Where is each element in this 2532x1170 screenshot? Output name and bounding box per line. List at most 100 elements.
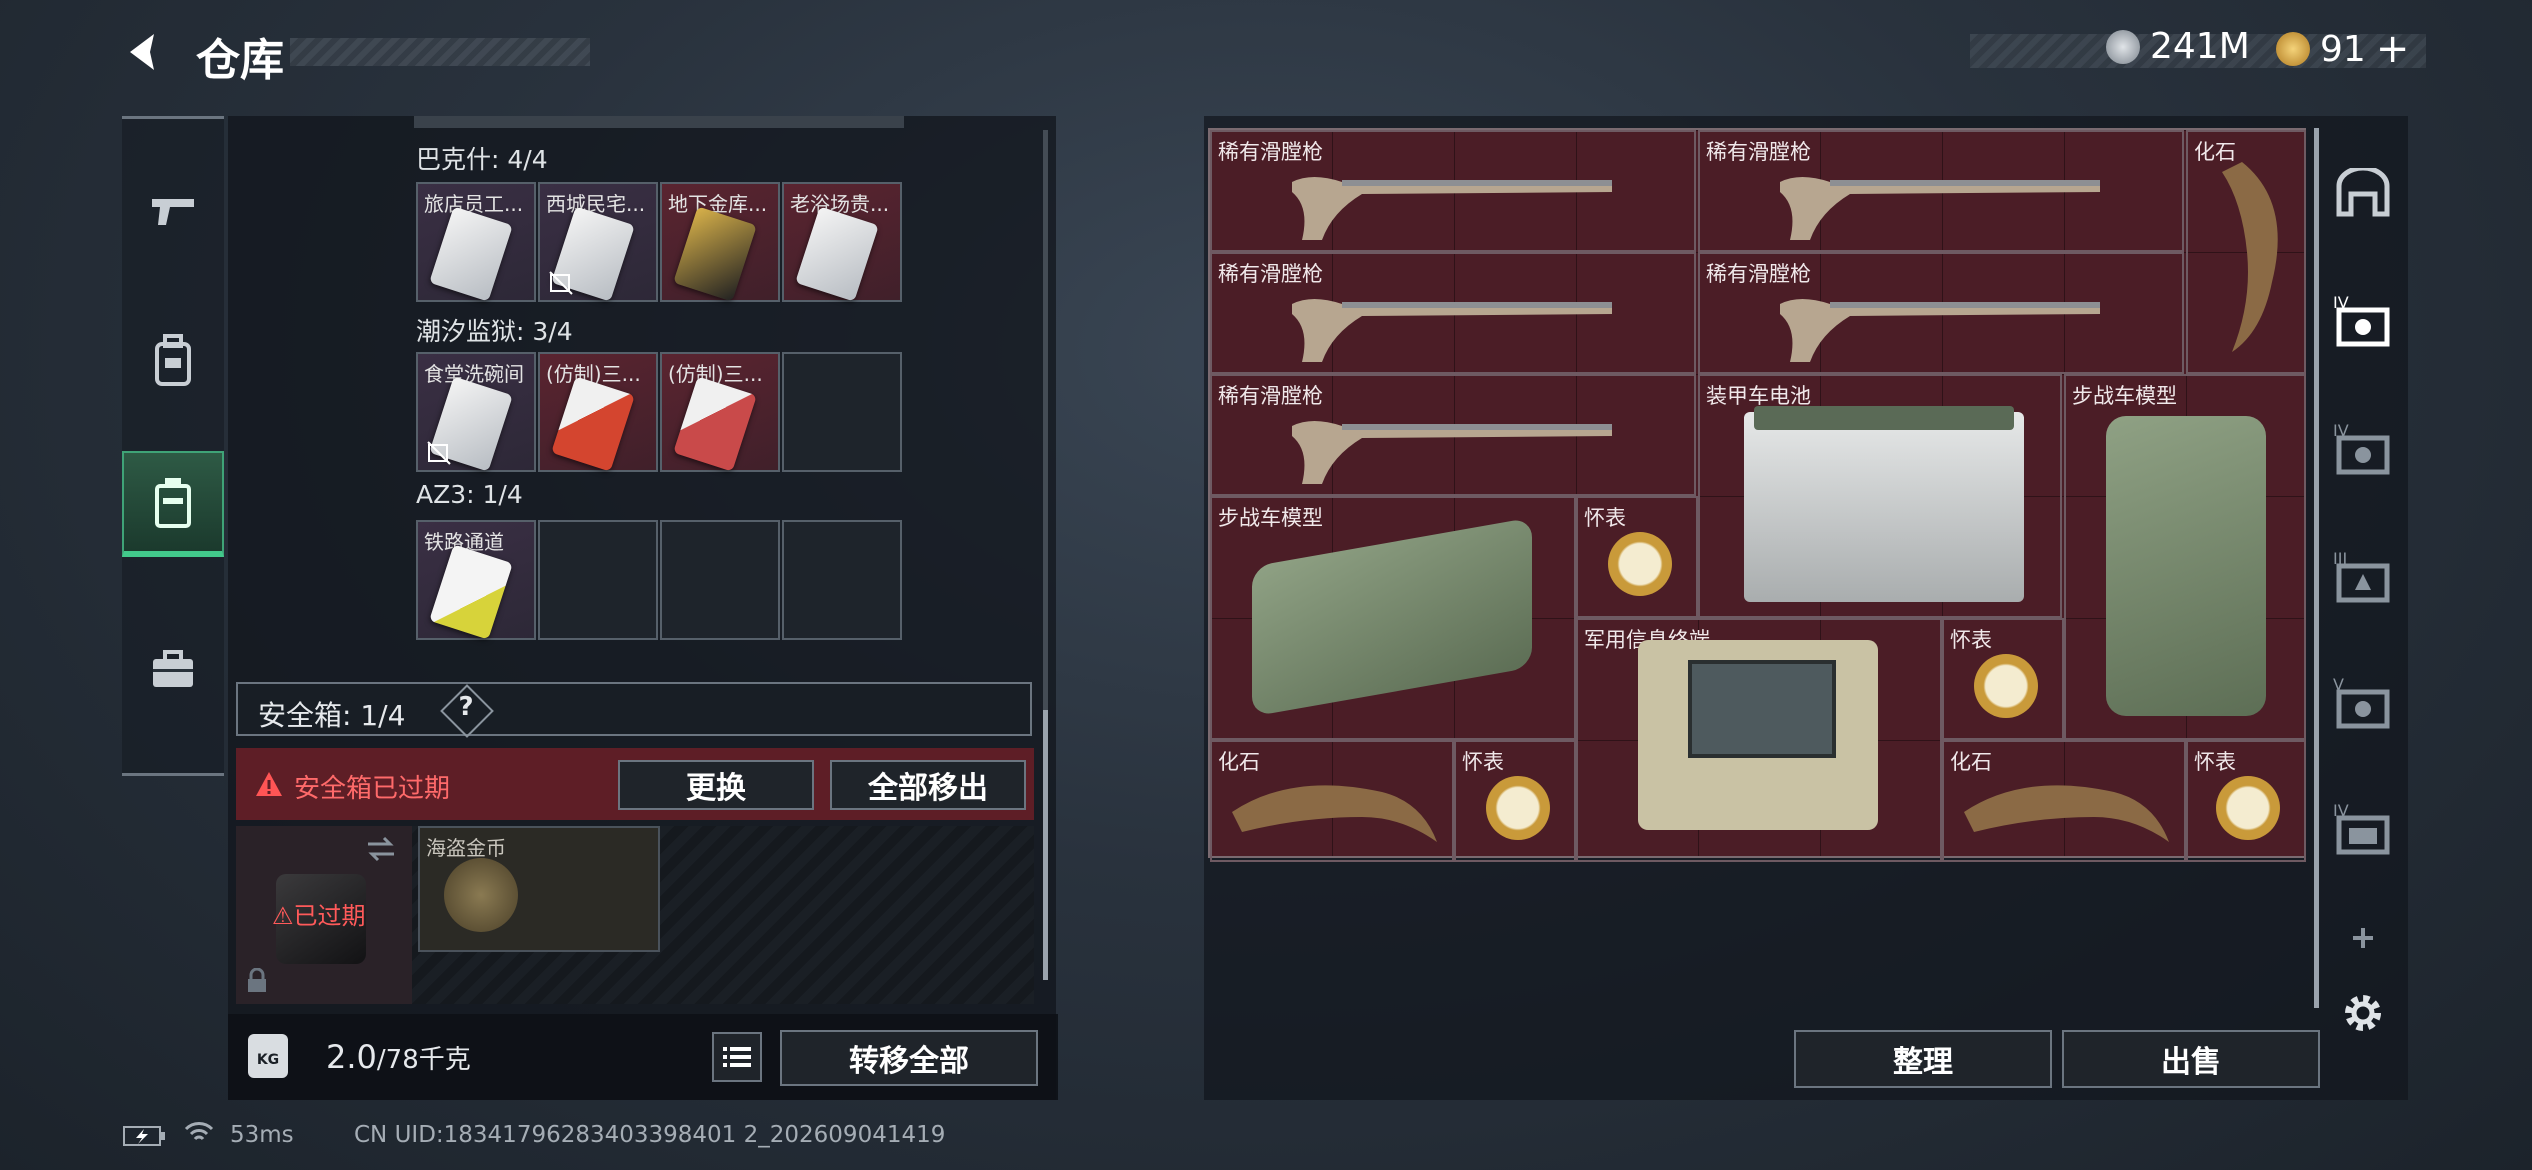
- list-view-button[interactable]: [712, 1032, 762, 1082]
- pocket-watch-icon: [2216, 776, 2280, 840]
- item-fossil[interactable]: 化石: [1942, 740, 2186, 862]
- nav-containers[interactable]: [122, 451, 224, 557]
- red-key-card-icon: [673, 376, 757, 472]
- key-card-slot[interactable]: (仿制)三...: [660, 352, 780, 472]
- safe-iv-icon: IV: [2333, 293, 2390, 347]
- musket-icon: [1292, 299, 1612, 362]
- pocket-watch-icon: [1486, 776, 1550, 840]
- item-military-terminal[interactable]: 军用信息终端: [1576, 618, 1942, 862]
- key-card-slot[interactable]: 西城民宅...: [538, 182, 658, 302]
- fossil-claw-icon: [1964, 785, 2169, 842]
- item-fossil[interactable]: 化石: [1210, 740, 1454, 862]
- briefcase-icon: [153, 650, 193, 687]
- item-armored-battery[interactable]: 装甲车电池: [1698, 374, 2062, 618]
- pocket-watch-icon: [1974, 654, 2038, 718]
- add-currency-button[interactable]: +: [2376, 26, 2410, 72]
- pocket-watch-icon: [1608, 532, 1672, 596]
- key-card-icon: [795, 206, 879, 302]
- pirate-coin-slot[interactable]: 海盗金币: [418, 826, 660, 952]
- stash-page-iv-active[interactable]: IV: [2316, 270, 2410, 370]
- musket-icon: [1780, 177, 2100, 240]
- swap-icon[interactable]: [364, 834, 398, 864]
- expired-tag: ⚠已过期: [272, 902, 366, 930]
- nav-toolbox[interactable]: [122, 619, 224, 719]
- item-pocket-watch[interactable]: 怀表: [1942, 618, 2064, 740]
- item-rare-musket[interactable]: 稀有滑膛枪: [1698, 130, 2184, 252]
- plus-icon: [2353, 928, 2373, 948]
- pistol-icon: [152, 199, 194, 225]
- fossil-claw-icon: [2222, 162, 2278, 352]
- empty-slot[interactable]: [782, 520, 902, 640]
- stash-grid: 稀有滑膛枪 稀有滑膛枪 化石 稀有滑膛枪 稀有滑膛枪 稀有滑膛枪 装甲车电池 步…: [1208, 128, 2306, 862]
- item-rare-musket[interactable]: 稀有滑膛枪: [1210, 130, 1696, 252]
- safe-v-icon: V: [2333, 675, 2390, 729]
- safebox-label: 安全箱: 1/4: [258, 699, 406, 732]
- sell-button[interactable]: 出售: [2062, 1030, 2320, 1088]
- key-card-slot[interactable]: (仿制)三...: [538, 352, 658, 472]
- key-card-slot[interactable]: 食堂洗碗间: [416, 352, 536, 472]
- category-nav: [122, 116, 224, 776]
- title-decoration: [290, 38, 590, 66]
- weight-readout: 2.0 /78千克: [326, 1038, 471, 1076]
- settings-button[interactable]: [2316, 978, 2410, 1048]
- add-stash-page-button[interactable]: [2316, 908, 2410, 968]
- slot-row-bakeshi: 旅店员工... 西城民宅... 地下金库... 老浴场贵...: [416, 180, 906, 304]
- help-icon[interactable]: ?: [454, 692, 478, 722]
- section-label-az3: AZ3: 1/4: [416, 480, 523, 509]
- safebox-slot[interactable]: ⚠已过期: [236, 826, 412, 1004]
- musket-icon: [1780, 299, 2100, 362]
- left-scrollbar-thumb[interactable]: [1043, 710, 1048, 980]
- empty-slot[interactable]: [782, 352, 902, 472]
- key-card-slot[interactable]: 地下金库...: [660, 182, 780, 302]
- empty-slot[interactable]: [538, 520, 658, 640]
- ifv-model-icon: [2106, 416, 2266, 716]
- silver-coin-icon: [2106, 29, 2140, 64]
- safe-iii-icon: III: [2333, 549, 2390, 603]
- expired-warning-text: 安全箱已过期: [294, 774, 451, 804]
- item-rare-musket[interactable]: 稀有滑膛枪: [1210, 252, 1696, 374]
- item-rare-musket[interactable]: 稀有滑膛枪: [1698, 252, 2184, 374]
- stash-page-iv[interactable]: IV: [2316, 398, 2410, 498]
- sort-button[interactable]: 整理: [1794, 1030, 2052, 1088]
- safe-iv-icon: IV: [2333, 421, 2390, 475]
- move-all-out-button[interactable]: 全部移出: [830, 760, 1026, 810]
- stash-page-home[interactable]: [2316, 143, 2410, 243]
- item-rare-musket[interactable]: 稀有滑膛枪: [1210, 374, 1696, 496]
- gold-key-card-icon: [673, 206, 757, 302]
- key-card-slot[interactable]: 老浴场贵...: [782, 182, 902, 302]
- empty-slot[interactable]: [660, 520, 780, 640]
- gold-coin-icon: [444, 858, 518, 932]
- lock-icon: [248, 968, 266, 992]
- nav-weapons[interactable]: [122, 161, 224, 261]
- back-arrow-icon[interactable]: [120, 28, 168, 76]
- item-ifv-model[interactable]: 步战车模型: [1210, 496, 1576, 740]
- section-label-bakeshi: 巴克什: 4/4: [416, 145, 548, 174]
- key-card-icon: [429, 206, 513, 302]
- section-label-tidal-prison: 潮汐监狱: 3/4: [416, 317, 573, 346]
- container-icon: [155, 478, 191, 528]
- item-pocket-watch[interactable]: 怀表: [1454, 740, 1576, 862]
- battery-icon: [1744, 406, 2024, 602]
- terminal-icon: [1638, 640, 1878, 830]
- stash-page-iii[interactable]: III: [2316, 526, 2410, 626]
- list-icon: [723, 1047, 751, 1067]
- item-fossil[interactable]: 化石: [2186, 130, 2306, 374]
- slot-row-tidal-prison: 食堂洗碗间 (仿制)三... (仿制)三...: [416, 350, 906, 474]
- nav-equipment[interactable]: [122, 311, 224, 411]
- folder-iv-icon: IV: [2333, 801, 2390, 855]
- item-ifv-model[interactable]: 步战车模型: [2064, 374, 2306, 740]
- key-card-slot[interactable]: 旅店员工...: [416, 182, 536, 302]
- musket-icon: [1292, 421, 1612, 484]
- item-pocket-watch[interactable]: 怀表: [2186, 740, 2306, 862]
- warning-icon: [256, 772, 282, 796]
- item-pocket-watch[interactable]: 怀表: [1576, 496, 1698, 618]
- stash-page-v[interactable]: V: [2316, 652, 2410, 752]
- replace-button[interactable]: 更换: [618, 760, 814, 810]
- page-title: 仓库: [196, 35, 284, 86]
- weight-icon: KG: [248, 1034, 288, 1078]
- backpack-icon: [155, 334, 191, 386]
- stash-page-iv-folder[interactable]: IV: [2316, 778, 2410, 878]
- wifi-icon: [184, 1122, 214, 1141]
- transfer-all-button[interactable]: 转移全部: [780, 1030, 1038, 1086]
- key-card-slot[interactable]: 铁路通道: [416, 520, 536, 640]
